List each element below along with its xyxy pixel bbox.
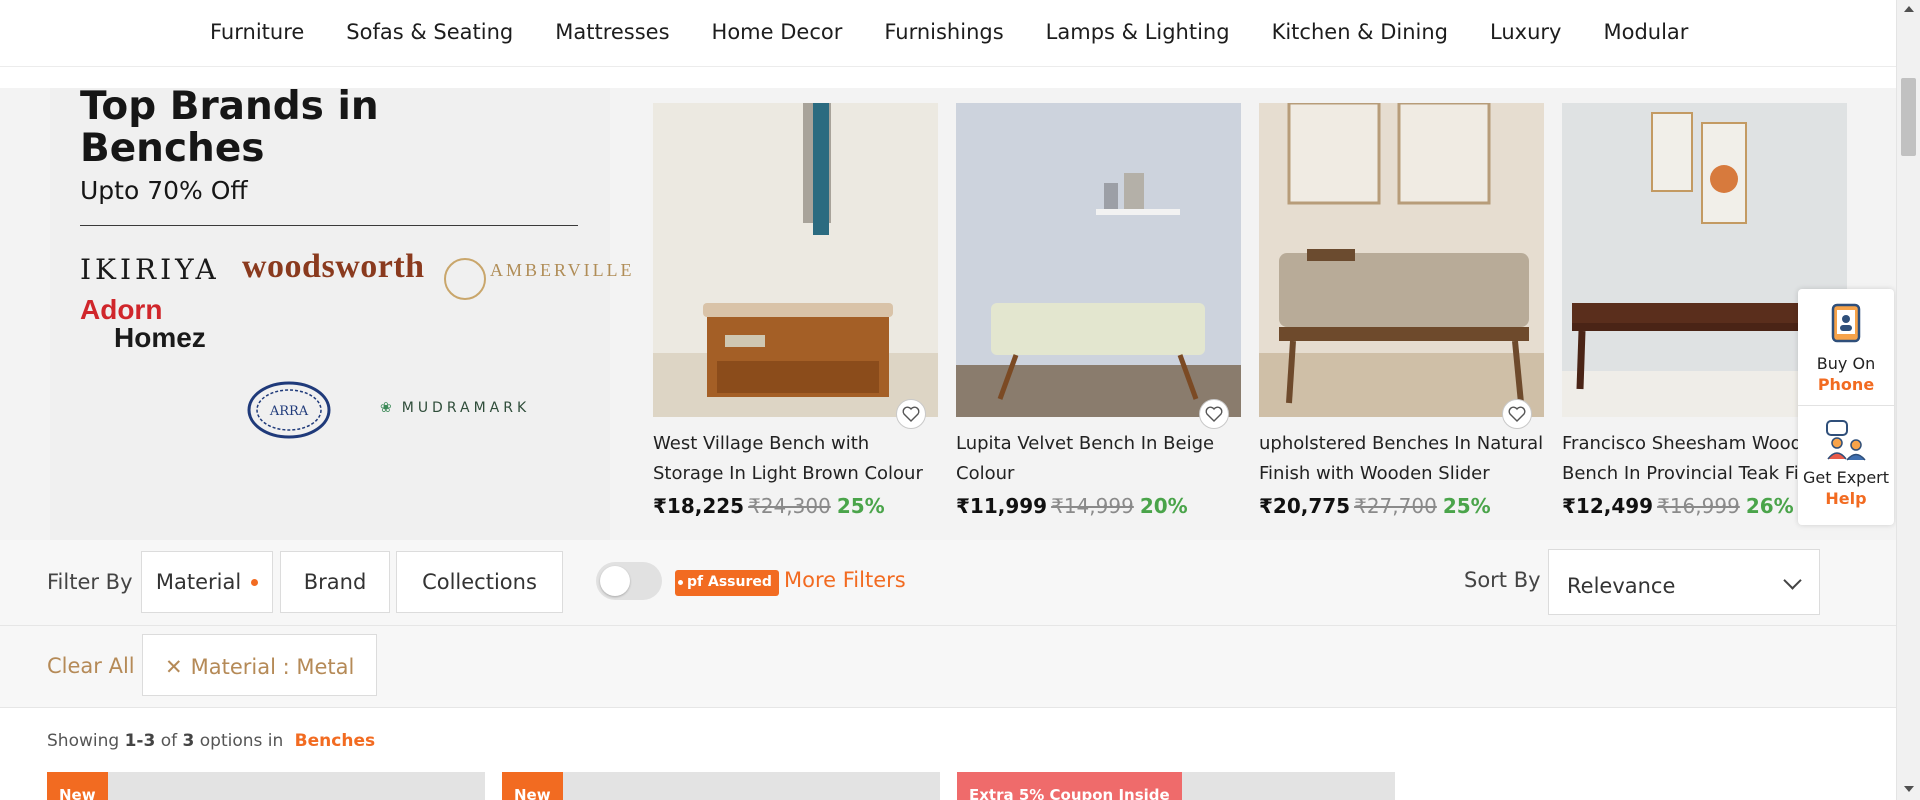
product-image[interactable] <box>1259 103 1544 417</box>
price-current: ₹18,225 <box>653 494 745 518</box>
price-current: ₹20,775 <box>1259 494 1351 518</box>
coupon-badge: Extra 5% Coupon Inside <box>957 772 1182 800</box>
brand-logo-woodsworth[interactable]: woodsworth <box>242 248 425 286</box>
page-scrollbar[interactable] <box>1896 0 1920 800</box>
pf-assured-badge: pf Assured <box>675 570 779 596</box>
filter-by-label: Filter By <box>47 570 133 594</box>
new-badge: New <box>47 772 108 800</box>
product-image[interactable] <box>956 103 1241 417</box>
price-mrp: ₹16,999 <box>1657 494 1740 518</box>
sort-select[interactable]: Relevance <box>1548 549 1820 615</box>
floating-help-widget: Buy On Phone Get Expert Help <box>1798 289 1894 525</box>
brand-logo-adorn-homez[interactable]: Adorn Homez <box>80 296 206 352</box>
product-name[interactable]: Lupita Velvet Bench In Beige Colour <box>956 429 1246 489</box>
product-price: ₹20,775 ₹27,700 25% <box>1259 494 1491 518</box>
get-expert-help-button[interactable]: Get Expert Help <box>1798 419 1894 509</box>
results-category-link[interactable]: Benches <box>295 731 375 751</box>
price-current: ₹12,499 <box>1562 494 1654 518</box>
new-badge: New <box>502 772 563 800</box>
brand-logo-arra[interactable]: ARRA <box>244 380 334 440</box>
product-card[interactable]: Lupita Velvet Bench In Beige Colour ₹11,… <box>956 103 1241 523</box>
nav-item-furnishings[interactable]: Furnishings <box>884 20 1003 44</box>
sort-by-label: Sort By <box>1464 568 1541 592</box>
brand-logo-ikiriya[interactable]: IKIRIYA <box>80 253 220 286</box>
help-divider <box>1798 405 1894 406</box>
product-price: ₹18,225 ₹24,300 25% <box>653 494 885 518</box>
category-menu: Furniture Sofas & Seating Mattresses Hom… <box>210 20 1730 44</box>
scrollbar-thumb[interactable] <box>1901 78 1916 156</box>
nav-item-mattresses[interactable]: Mattresses <box>555 20 669 44</box>
result-card[interactable]: Extra 5% Coupon Inside <box>957 772 1395 800</box>
active-filter-dot <box>251 578 259 586</box>
banner-subtitle: Upto 70% Off <box>80 176 248 205</box>
filter-material-button[interactable]: Material <box>141 551 273 613</box>
scroll-up-arrow-icon[interactable] <box>1904 6 1914 12</box>
applied-filter-chip[interactable]: ✕ Material : Metal <box>142 634 378 696</box>
product-name[interactable]: upholstered Benches In Natural Finish wi… <box>1259 429 1549 489</box>
phone-icon <box>1831 303 1861 343</box>
buy-on-phone-button[interactable]: Buy On Phone <box>1798 303 1894 395</box>
scroll-down-arrow-icon[interactable] <box>1904 786 1914 792</box>
result-card[interactable]: New <box>502 772 940 800</box>
nav-item-lamps-lighting[interactable]: Lamps & Lighting <box>1046 20 1230 44</box>
result-card[interactable]: New <box>47 772 485 800</box>
results-summary: Showing 1-3 of 3 options in Benches <box>47 731 376 751</box>
product-price: ₹11,999 ₹14,999 20% <box>956 494 1188 518</box>
expert-chat-icon <box>1826 420 1866 461</box>
top-navigation: Furniture Sofas & Seating Mattresses Hom… <box>0 0 1896 67</box>
discount-percent: 25% <box>836 494 885 518</box>
nav-item-furniture[interactable]: Furniture <box>210 20 304 44</box>
wishlist-heart-icon[interactable] <box>1502 399 1532 429</box>
product-card[interactable]: upholstered Benches In Natural Finish wi… <box>1259 103 1544 523</box>
brand-logo-amberville[interactable]: AMBERVILLE <box>444 260 635 281</box>
svg-text:ARRA: ARRA <box>269 404 309 419</box>
close-icon[interactable]: ✕ <box>165 655 183 679</box>
filter-collections-button[interactable]: Collections <box>396 551 563 613</box>
discount-percent: 25% <box>1442 494 1491 518</box>
clear-all-link[interactable]: Clear All <box>47 654 135 678</box>
nav-item-luxury[interactable]: Luxury <box>1490 20 1561 44</box>
nav-item-kitchen-dining[interactable]: Kitchen & Dining <box>1272 20 1448 44</box>
product-image[interactable] <box>653 103 938 417</box>
nav-item-sofas-seating[interactable]: Sofas & Seating <box>346 20 513 44</box>
wishlist-heart-icon[interactable] <box>1199 399 1229 429</box>
discount-percent: 20% <box>1139 494 1188 518</box>
product-name[interactable]: West Village Bench with Storage In Light… <box>653 429 943 489</box>
price-mrp: ₹24,300 <box>748 494 831 518</box>
applied-filters-bar: Clear All ✕ Material : Metal <box>0 626 1896 708</box>
nav-item-home-decor[interactable]: Home Decor <box>712 20 843 44</box>
product-price: ₹12,499 ₹16,999 26% <box>1562 494 1794 518</box>
toggle-knob <box>600 566 630 596</box>
brand-logo-mudramark[interactable]: ❀ MUDRAMARK <box>380 400 530 416</box>
discount-percent: 26% <box>1745 494 1794 518</box>
price-current: ₹11,999 <box>956 494 1048 518</box>
banner-divider <box>80 225 578 226</box>
chevron-down-icon <box>1783 571 1802 590</box>
nav-item-modular[interactable]: Modular <box>1603 20 1688 44</box>
banner-title: Top Brands in Benches <box>80 84 379 171</box>
filter-bar: Filter By Material Brand Collections pf … <box>0 540 1896 626</box>
more-filters-link[interactable]: More Filters <box>784 568 906 592</box>
price-mrp: ₹27,700 <box>1354 494 1437 518</box>
filter-brand-button[interactable]: Brand <box>280 551 390 613</box>
price-mrp: ₹14,999 <box>1051 494 1134 518</box>
wishlist-heart-icon[interactable] <box>896 399 926 429</box>
pf-assured-toggle[interactable] <box>596 562 662 600</box>
product-card[interactable]: West Village Bench with Storage In Light… <box>653 103 938 523</box>
